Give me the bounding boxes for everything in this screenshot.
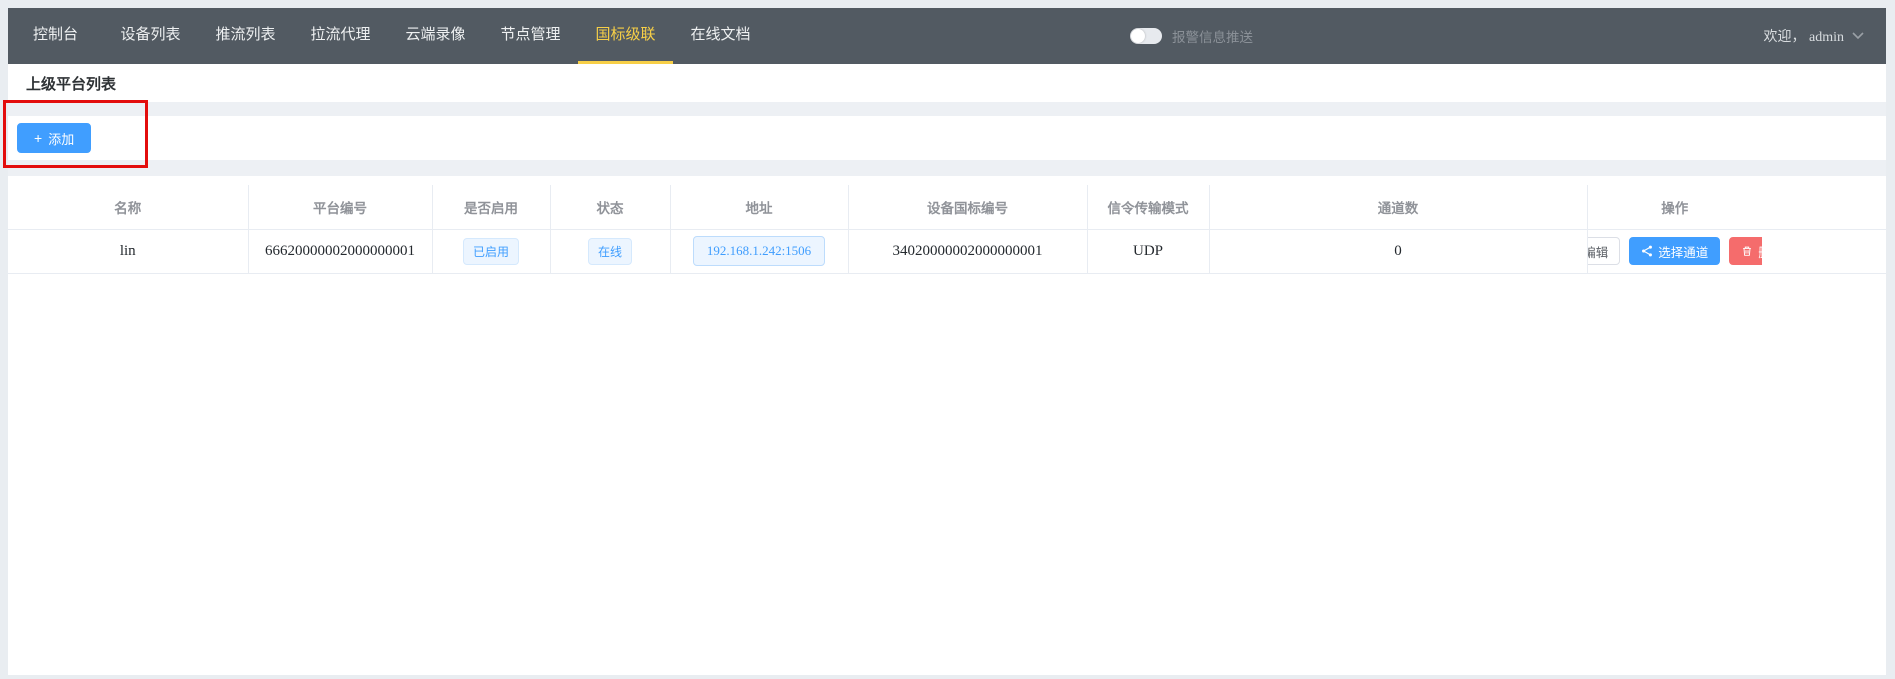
col-header-platform-id: 平台编号	[248, 185, 432, 229]
share-icon	[1641, 245, 1653, 257]
add-button-label: 添加	[48, 129, 74, 148]
edit-button-label: 编辑	[1587, 242, 1608, 261]
top-nav: 控制台 设备列表 推流列表 拉流代理 云端录像 节点管理 国标级联 在线文档 报…	[8, 8, 1886, 64]
nav-item-console[interactable]: 控制台	[8, 8, 103, 64]
cell-name: lin	[8, 229, 248, 273]
user-menu[interactable]: 欢迎， admin	[1764, 8, 1865, 64]
nav-item-pull-proxy[interactable]: 拉流代理	[293, 8, 388, 64]
nav-item-gb-cascade[interactable]: 国标级联	[578, 8, 673, 64]
cell-filler	[1762, 229, 1886, 273]
cell-transport: UDP	[1087, 229, 1209, 273]
toggle-knob	[1131, 29, 1145, 43]
spacer	[8, 102, 1886, 116]
delete-button[interactable]: 删除	[1729, 237, 1762, 265]
alarm-push-toggle[interactable]	[1130, 28, 1162, 44]
toolbar: + 添加	[8, 116, 1886, 160]
alarm-push-group: 报警信息推送	[1130, 8, 1253, 64]
delete-button-label: 删除	[1758, 242, 1762, 261]
cell-gb-id: 34020000002000000001	[848, 229, 1087, 273]
welcome-text: 欢迎， admin	[1764, 26, 1845, 46]
alarm-push-label: 报警信息推送	[1172, 26, 1253, 46]
col-header-channels: 通道数	[1209, 185, 1587, 229]
col-header-status: 状态	[550, 185, 670, 229]
nav-item-push-list[interactable]: 推流列表	[198, 8, 293, 64]
select-channel-button[interactable]: 选择通道	[1629, 237, 1720, 265]
col-header-name: 名称	[8, 185, 248, 229]
col-header-gb-id: 设备国标编号	[848, 185, 1087, 229]
col-header-enabled: 是否启用	[432, 185, 550, 229]
table-header-row: 名称 平台编号 是否启用 状态 地址 设备国标编号 信令传输模式 通道数 操作	[8, 185, 1886, 229]
col-header-actions: 操作	[1587, 185, 1762, 229]
col-header-address: 地址	[670, 185, 848, 229]
status-badge: 在线	[588, 238, 632, 265]
spacer	[8, 160, 1886, 176]
cell-actions: 编辑 选择通道	[1587, 229, 1762, 273]
cell-status: 在线	[550, 229, 670, 273]
nav-item-device-list[interactable]: 设备列表	[103, 8, 198, 64]
plus-icon: +	[34, 131, 42, 145]
cell-channels: 0	[1209, 229, 1587, 273]
nav-item-cloud-record[interactable]: 云端录像	[388, 8, 483, 64]
cell-platform-id: 66620000002000000001	[248, 229, 432, 273]
nav-item-online-docs[interactable]: 在线文档	[673, 8, 768, 64]
nav-item-node-manage[interactable]: 节点管理	[483, 8, 578, 64]
table-row: lin 66620000002000000001 已启用 在线 192.168.…	[8, 229, 1886, 273]
cell-address: 192.168.1.242:1506	[670, 229, 848, 273]
add-button[interactable]: + 添加	[17, 123, 91, 153]
platform-table-card: 名称 平台编号 是否启用 状态 地址 设备国标编号 信令传输模式 通道数 操作 …	[8, 176, 1886, 675]
enabled-badge: 已启用	[463, 238, 519, 265]
platform-table: 名称 平台编号 是否启用 状态 地址 设备国标编号 信令传输模式 通道数 操作 …	[8, 185, 1886, 274]
title-band: 上级平台列表	[8, 64, 1886, 102]
trash-icon	[1741, 245, 1753, 257]
page-title: 上级平台列表	[26, 73, 116, 94]
col-header-filler	[1762, 185, 1886, 229]
edit-button[interactable]: 编辑	[1587, 237, 1620, 265]
address-button[interactable]: 192.168.1.242:1506	[693, 236, 825, 266]
col-header-transport: 信令传输模式	[1087, 185, 1209, 229]
cell-enabled: 已启用	[432, 229, 550, 273]
chevron-down-icon	[1852, 32, 1864, 40]
page-frame: 控制台 设备列表 推流列表 拉流代理 云端录像 节点管理 国标级联 在线文档 报…	[8, 8, 1886, 675]
select-channel-label: 选择通道	[1658, 242, 1708, 261]
